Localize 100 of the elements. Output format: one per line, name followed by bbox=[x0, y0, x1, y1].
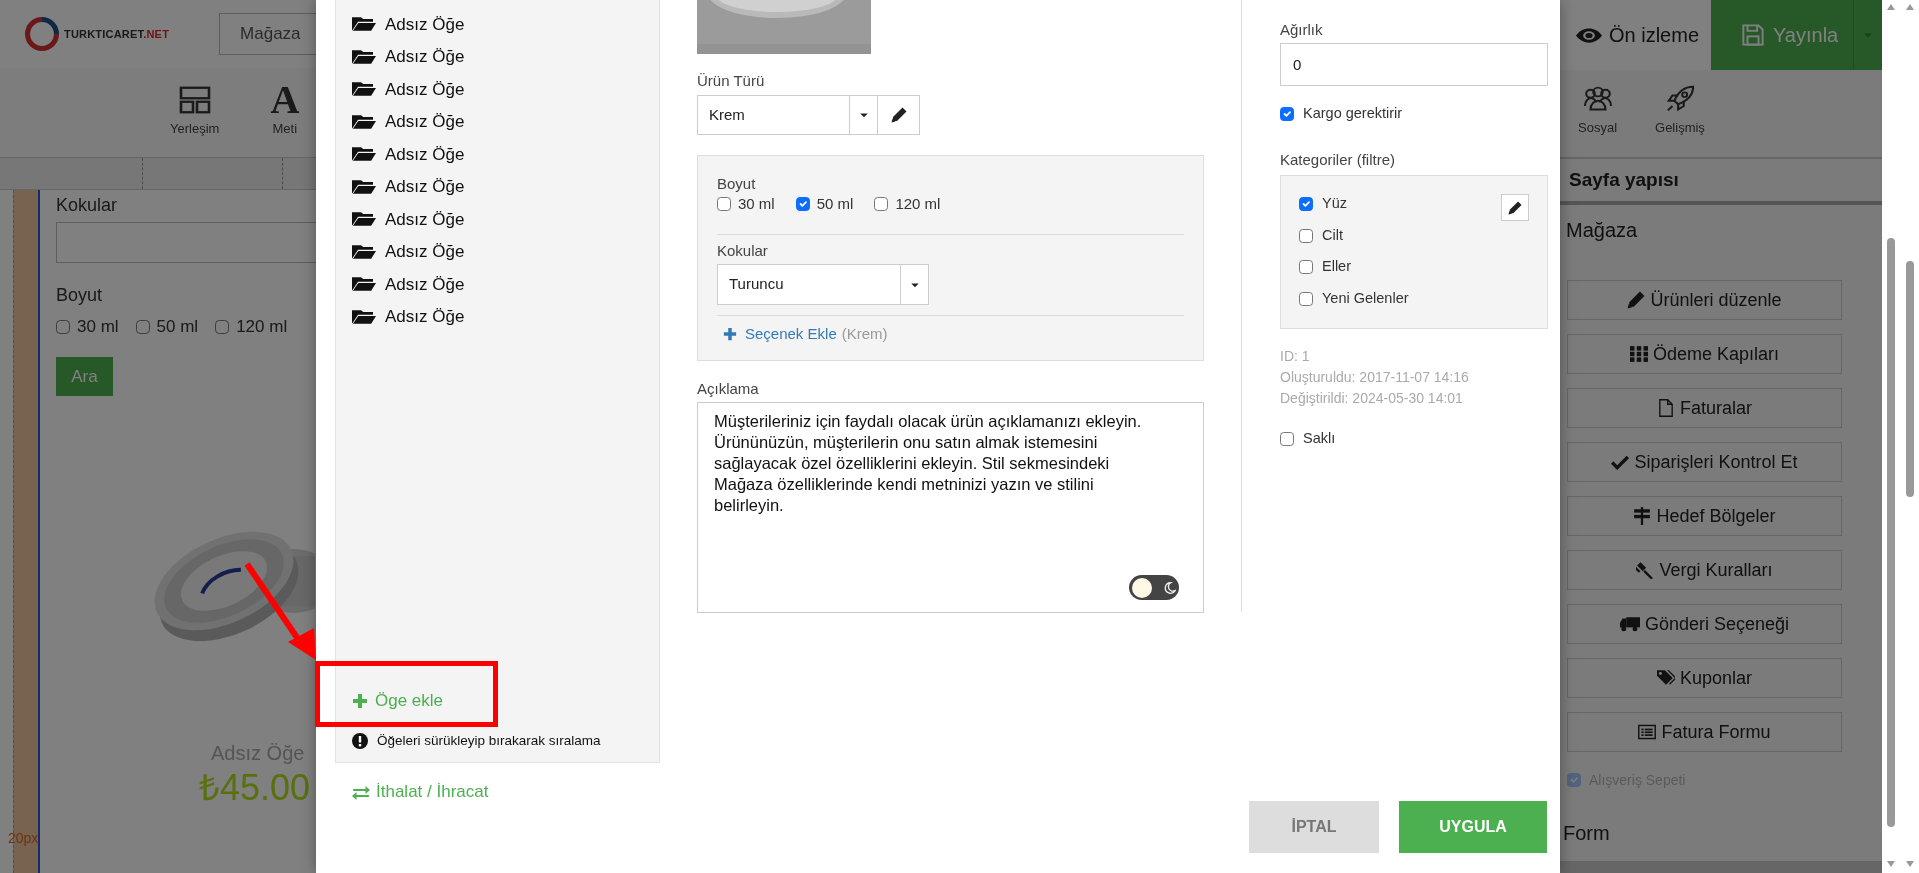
sort-hint: Öğeleri sürükleyip bırakarak sıralama bbox=[377, 731, 601, 750]
list-item[interactable]: Adsız Öğe bbox=[352, 138, 659, 171]
folder-icon bbox=[352, 210, 376, 229]
description-text: Müşterileriniz için faydalı olacak ürün açıklamanızı ekleyin. Ürününüzün, müşterilerin onu satın almak istemesini sağlayacak özel özelliklerini ekleyin. Stil sekmesindeki Mağaza özelliklerinde kendi metninizi yazın ve stilini belirleyin. bbox=[714, 411, 1143, 516]
section-title: Form bbox=[1562, 821, 1611, 845]
action-button[interactable]: Fatura Formu bbox=[1567, 712, 1842, 752]
meta-text: Değiştirildi: 2024-05-30 14:01 bbox=[1280, 389, 1464, 408]
apply-button[interactable]: UYGULA bbox=[1399, 801, 1547, 853]
meta-text: ID: 1 bbox=[1280, 347, 1311, 366]
add-option-link[interactable]: Seçenek Ekle (Krem) bbox=[717, 324, 894, 344]
truck-icon bbox=[1619, 615, 1640, 633]
checkbox[interactable] bbox=[1299, 228, 1313, 243]
text-field[interactable] bbox=[56, 222, 316, 263]
action-button[interactable]: Vergi Kuralları bbox=[1567, 550, 1842, 590]
toolbar-button[interactable]: Sosyal bbox=[1578, 70, 1618, 157]
logo-text: TURKTICARET.NET bbox=[64, 26, 170, 42]
checkbox-label: Eller bbox=[1322, 257, 1351, 277]
dropdown-field[interactable]: Krem bbox=[697, 95, 850, 135]
action-button[interactable]: Hedef Bölgeler bbox=[1567, 496, 1842, 536]
checkbox-label: Cilt bbox=[1322, 225, 1343, 245]
folder-icon bbox=[352, 80, 376, 99]
logo-icon bbox=[25, 17, 59, 51]
folder-icon bbox=[352, 275, 376, 294]
field-label: Boyut bbox=[56, 284, 104, 306]
checkbox[interactable] bbox=[1299, 196, 1313, 211]
pencil-icon bbox=[890, 107, 907, 123]
toolbar-button[interactable]: A Meti bbox=[270, 68, 300, 157]
field-label: Kokular bbox=[56, 194, 119, 216]
action-button[interactable]: Ödeme Kapıları bbox=[1567, 334, 1842, 374]
field-label: Açıklama bbox=[697, 379, 760, 399]
checkbox[interactable] bbox=[874, 197, 889, 211]
signpost-icon bbox=[1633, 507, 1652, 525]
pencil-icon bbox=[1508, 200, 1522, 215]
description-editor[interactable] bbox=[697, 402, 1204, 613]
tags-icon bbox=[1656, 669, 1675, 687]
list-item[interactable]: Adsız Öğe bbox=[352, 235, 659, 268]
list-item[interactable]: Adsız Öğe bbox=[352, 40, 659, 73]
text-style-icon: A bbox=[270, 86, 300, 114]
checkbox[interactable] bbox=[215, 320, 230, 334]
checkbox[interactable] bbox=[795, 197, 810, 211]
action-button[interactable]: Faturalar bbox=[1567, 388, 1842, 428]
list-item[interactable]: Adsız Öğe bbox=[352, 203, 659, 236]
folder-icon bbox=[352, 307, 376, 326]
folder-icon bbox=[352, 112, 376, 131]
checkbox-label: Yeni Gelenler bbox=[1322, 289, 1409, 309]
moon-icon bbox=[1162, 580, 1176, 595]
import-export-link[interactable]: İthalat / İhracat bbox=[352, 780, 489, 804]
list-item[interactable]: Adsız Öğe bbox=[352, 300, 659, 333]
swap-arrows-icon bbox=[352, 784, 370, 800]
list-item[interactable]: Adsız Öğe bbox=[352, 73, 659, 106]
folder-icon bbox=[352, 145, 376, 164]
folder-icon bbox=[352, 47, 376, 66]
theme-toggle[interactable] bbox=[1129, 575, 1179, 600]
weight-field[interactable]: 0 bbox=[1280, 43, 1548, 86]
list-item[interactable]: Adsız Öğe bbox=[352, 105, 659, 138]
list-item[interactable]: Adsız Öğe bbox=[352, 268, 659, 301]
dropdown-field[interactable]: Turuncu bbox=[717, 264, 901, 305]
exclamation-icon bbox=[352, 733, 368, 749]
layout-icon bbox=[178, 86, 211, 114]
pencil-icon bbox=[1627, 291, 1646, 309]
folder-icon bbox=[352, 242, 376, 261]
section-title: Mağaza bbox=[1565, 218, 1639, 242]
people-icon bbox=[1582, 85, 1613, 113]
action-button[interactable]: Gönderi Seçeneği bbox=[1567, 604, 1842, 644]
action-button[interactable]: Ürünleri düzenle bbox=[1567, 280, 1842, 320]
meta-text: Oluşturuldu: 2017-11-07 14:16 bbox=[1280, 368, 1470, 387]
gavel-icon bbox=[1636, 561, 1655, 579]
field-label: Kokular bbox=[717, 241, 769, 261]
action-button[interactable]: Kuponlar bbox=[1567, 658, 1842, 698]
checkbox[interactable] bbox=[717, 197, 731, 211]
list-item[interactable]: Adsız Öğe bbox=[352, 8, 659, 41]
checkbox[interactable] bbox=[135, 320, 150, 334]
edit-button[interactable] bbox=[878, 95, 920, 135]
toolbar-button[interactable]: Gelişmiş bbox=[1655, 70, 1705, 157]
folder-icon bbox=[352, 177, 376, 196]
plus-icon bbox=[352, 693, 368, 709]
action-button[interactable]: Siparişleri Kontrol Et bbox=[1567, 442, 1842, 482]
field-label: Ürün Türü bbox=[697, 71, 766, 91]
checkbox[interactable] bbox=[1299, 291, 1313, 306]
file-icon bbox=[1657, 399, 1675, 417]
grid-icon bbox=[1629, 345, 1648, 363]
add-item-link[interactable]: Öge ekle bbox=[352, 686, 444, 716]
list-item[interactable]: Adsız Öğe bbox=[352, 170, 659, 203]
checkbox-label: 120 ml bbox=[895, 193, 941, 214]
preview-button[interactable]: Ön izleme bbox=[1560, 20, 1711, 50]
checkbox-label: 30 ml bbox=[738, 193, 775, 214]
field-label: Kategoriler (filtre) bbox=[1280, 150, 1397, 170]
checkbox-label: 120 ml bbox=[236, 316, 288, 339]
checkbox[interactable] bbox=[1280, 432, 1294, 446]
toolbar-button[interactable]: Yerleşim bbox=[170, 68, 220, 157]
rocket-icon bbox=[1664, 85, 1695, 113]
edit-button[interactable] bbox=[1501, 194, 1529, 221]
checkbox[interactable] bbox=[1299, 260, 1313, 275]
checkbox-label: 50 ml bbox=[156, 316, 199, 339]
checkbox[interactable] bbox=[56, 320, 70, 334]
cancel-button[interactable]: İPTAL bbox=[1249, 801, 1379, 853]
product-price: ₺45.00 bbox=[198, 768, 312, 808]
checkbox-label: Saklı bbox=[1303, 429, 1336, 449]
field-label: Ağırlık bbox=[1280, 20, 1324, 40]
checkbox[interactable] bbox=[1280, 107, 1294, 121]
